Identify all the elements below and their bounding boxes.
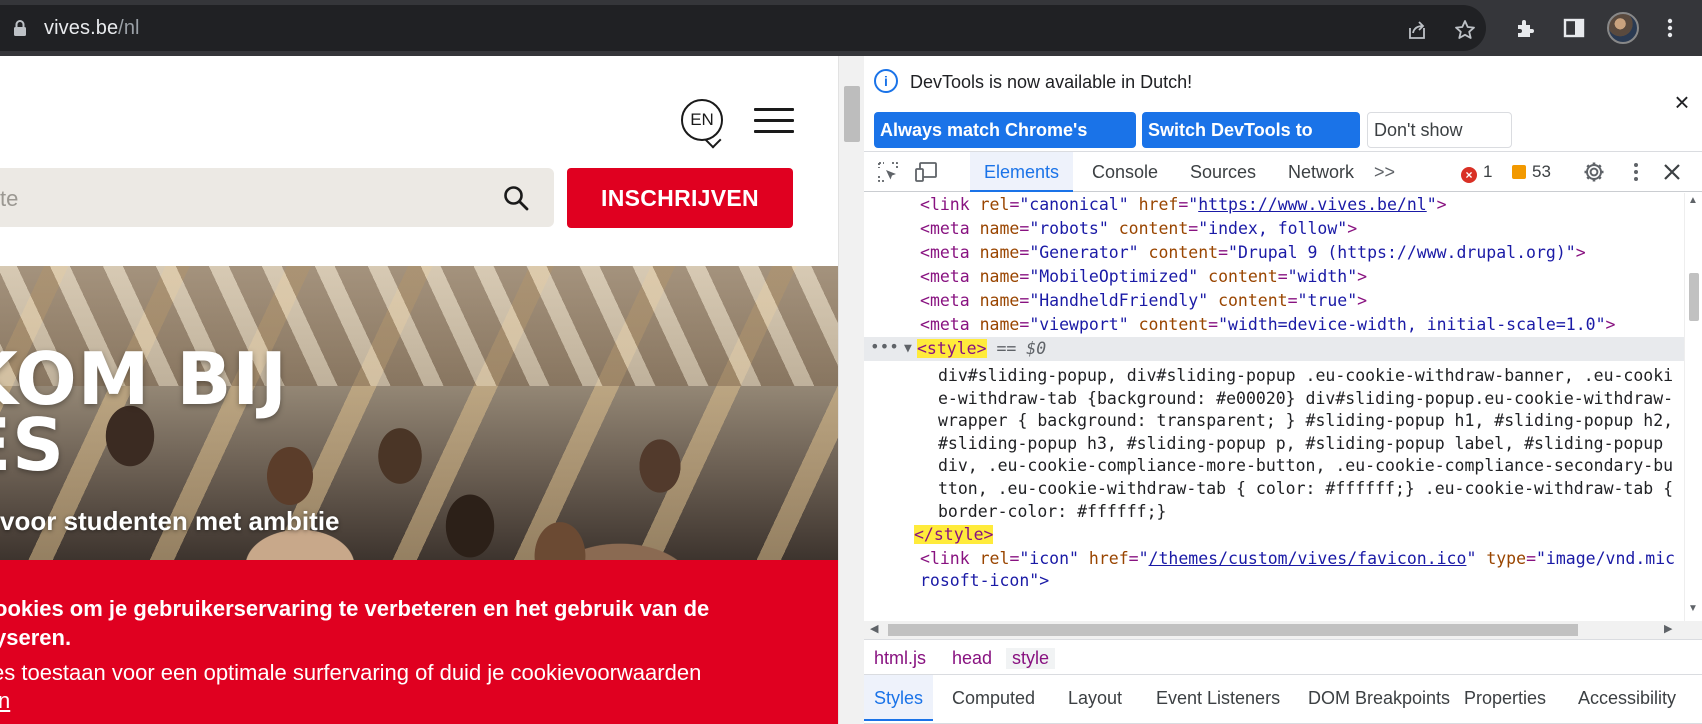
inspect-element-icon[interactable] <box>876 160 900 184</box>
style-open-tag: <style> <box>917 339 987 358</box>
selected-dom-node[interactable]: ••• ▼ <style> == $0 <box>864 337 1684 361</box>
favicon-link[interactable]: /themes/custom/vives/favicon.ico <box>1149 549 1467 568</box>
tab-properties[interactable]: Properties <box>1454 675 1556 721</box>
url-path: /nl <box>118 17 140 39</box>
dont-show-again-button[interactable]: Don't show again <box>1367 112 1512 174</box>
tab-layout[interactable]: Layout <box>1058 675 1132 721</box>
devtools-panel: i DevTools is now available in Dutch! × … <box>864 56 1702 724</box>
page-scroll-thumb[interactable] <box>844 86 860 142</box>
scroll-left-arrow-icon[interactable]: ◀ <box>870 622 878 635</box>
dom-node[interactable]: <meta name="Generator" content="Drupal 9… <box>920 241 1586 265</box>
search-icon[interactable] <box>503 185 529 211</box>
cookie-text: es toestaan voor een optimale surfervari… <box>0 660 702 685</box>
search-input[interactable]: te <box>0 168 554 227</box>
dom-node[interactable]: <link rel="icon" href="/themes/custom/vi… <box>920 547 1675 571</box>
url-host: vives.be <box>44 17 119 39</box>
scroll-right-arrow-icon[interactable]: ▶ <box>1664 622 1672 635</box>
style-close-tag: </style> <box>914 525 994 544</box>
lock-icon[interactable] <box>12 19 28 37</box>
tab-styles[interactable]: Styles <box>864 675 934 721</box>
dom-node-wrap: rosoft-icon"> <box>920 571 1050 590</box>
tab-console[interactable]: Console <box>1078 152 1172 192</box>
warning-count: 53 <box>1532 162 1551 181</box>
language-infobar: i DevTools is now available in Dutch! × … <box>864 56 1702 176</box>
warning-icon <box>1512 165 1526 179</box>
devtools-menu-icon[interactable] <box>1624 160 1648 184</box>
breadcrumb-html[interactable]: html.js <box>874 648 926 669</box>
tab-dom-breakpoints[interactable]: DOM Breakpoints <box>1298 675 1460 721</box>
dom-node[interactable]: <meta name="HandheldFriendly" content="t… <box>920 289 1367 313</box>
cookie-settings-link[interactable]: n <box>0 688 10 714</box>
cookie-title: ookies om je gebruikerservaring te verbe… <box>0 596 710 650</box>
tab-network[interactable]: Network <box>1274 152 1368 192</box>
tab-elements[interactable]: Elements <box>970 152 1074 192</box>
hero-title: KOM BIJ ES <box>0 343 288 487</box>
tab-accessibility[interactable]: Accessibility <box>1568 675 1686 721</box>
dom-node[interactable]: <meta name="viewport" content="width=dev… <box>920 313 1615 337</box>
page-scrollbar[interactable] <box>838 56 864 724</box>
scroll-up-arrow-icon[interactable]: ▲ <box>1688 195 1698 206</box>
info-icon: i <box>874 69 898 93</box>
browser-toolbar: vives.be/nl <box>0 0 1702 56</box>
switch-to-dutch-button[interactable]: Switch DevTools to Dutch <box>1142 112 1360 176</box>
elements-vertical-scrollbar[interactable]: ▲ ▼ <box>1684 193 1702 621</box>
profile-avatar[interactable] <box>1607 12 1639 44</box>
share-icon[interactable] <box>1406 19 1428 41</box>
dom-node[interactable]: <meta name="robots" content="index, foll… <box>920 217 1357 241</box>
url-text[interactable]: vives.be/nl <box>44 17 140 40</box>
infobar-message: DevTools is now available in Dutch! <box>910 72 1193 92</box>
side-panel-icon[interactable] <box>1562 16 1586 40</box>
style-css-text[interactable]: div#sliding-popup, div#sliding-popup .eu… <box>938 365 1678 523</box>
kebab-menu-icon[interactable] <box>1658 16 1682 40</box>
close-devtools-icon[interactable] <box>1660 160 1684 184</box>
cookie-banner: ookies om je gebruikerservaring te verbe… <box>0 560 838 724</box>
canonical-link[interactable]: https://www.vives.be/nl <box>1198 195 1426 214</box>
extensions-puzzle-icon[interactable] <box>1514 16 1538 40</box>
dollar-zero-ref: == $0 <box>996 339 1047 358</box>
device-toolbar-icon[interactable] <box>914 160 938 184</box>
hero-subtitle: voor studenten met ambitie <box>0 506 340 536</box>
always-match-language-button[interactable]: Always match Chrome's language <box>874 112 1136 176</box>
more-tabs-chevron-icon[interactable]: >> <box>1368 152 1401 192</box>
warning-count-badge[interactable]: 53 <box>1512 162 1551 182</box>
breadcrumb-style[interactable]: style <box>1006 648 1056 669</box>
bookmark-star-icon[interactable] <box>1454 19 1476 41</box>
hero-banner: KOM BIJ ES voor studenten met ambitie <box>0 266 838 560</box>
devtools-toolbar: Elements Console Sources Network >> × 1 5… <box>864 152 1702 192</box>
tab-event-listeners[interactable]: Event Listeners <box>1146 675 1290 721</box>
web-page: EN te INSCHRIJVEN KOM BIJ ES voor studen… <box>0 56 838 724</box>
enroll-button[interactable]: INSCHRIJVEN <box>567 168 793 228</box>
address-bar[interactable]: vives.be/nl <box>0 5 1486 51</box>
search-placeholder: te <box>0 186 19 211</box>
error-count-badge[interactable]: × 1 <box>1461 162 1492 183</box>
elements-horizontal-scroll-thumb[interactable] <box>888 624 1578 636</box>
elements-vertical-scroll-thumb[interactable] <box>1689 273 1699 321</box>
expand-triangle-icon[interactable]: ▼ <box>904 337 912 361</box>
tab-sources[interactable]: Sources <box>1176 152 1270 192</box>
elements-tree: <link rel="canonical" href="https://www.… <box>864 193 1684 621</box>
error-count: 1 <box>1483 162 1493 181</box>
breadcrumb-head[interactable]: head <box>952 648 992 669</box>
breadcrumb: html.js head style <box>864 639 1702 675</box>
scroll-down-arrow-icon[interactable]: ▼ <box>1688 603 1698 614</box>
dom-node[interactable]: <meta name="MobileOptimized" content="wi… <box>920 265 1367 289</box>
tab-computed[interactable]: Computed <box>942 675 1045 721</box>
infobar-close-icon[interactable]: × <box>1670 89 1694 116</box>
settings-gear-icon[interactable] <box>1582 160 1606 184</box>
hamburger-menu-icon[interactable] <box>754 108 794 134</box>
hero-title-line2: ES <box>0 403 66 487</box>
elements-horizontal-scrollbar[interactable]: ◀ ▶ <box>864 621 1702 639</box>
style-close-tag-line[interactable]: </style> <box>914 523 994 547</box>
sidebar-panel-tabs: Styles Computed Layout Event Listeners D… <box>864 675 1702 724</box>
dom-node[interactable]: <link rel="canonical" href="https://www.… <box>920 193 1447 217</box>
error-icon: × <box>1461 167 1477 183</box>
node-actions-ellipsis-icon[interactable]: ••• <box>870 335 899 359</box>
language-switch-button[interactable]: EN <box>681 99 723 141</box>
